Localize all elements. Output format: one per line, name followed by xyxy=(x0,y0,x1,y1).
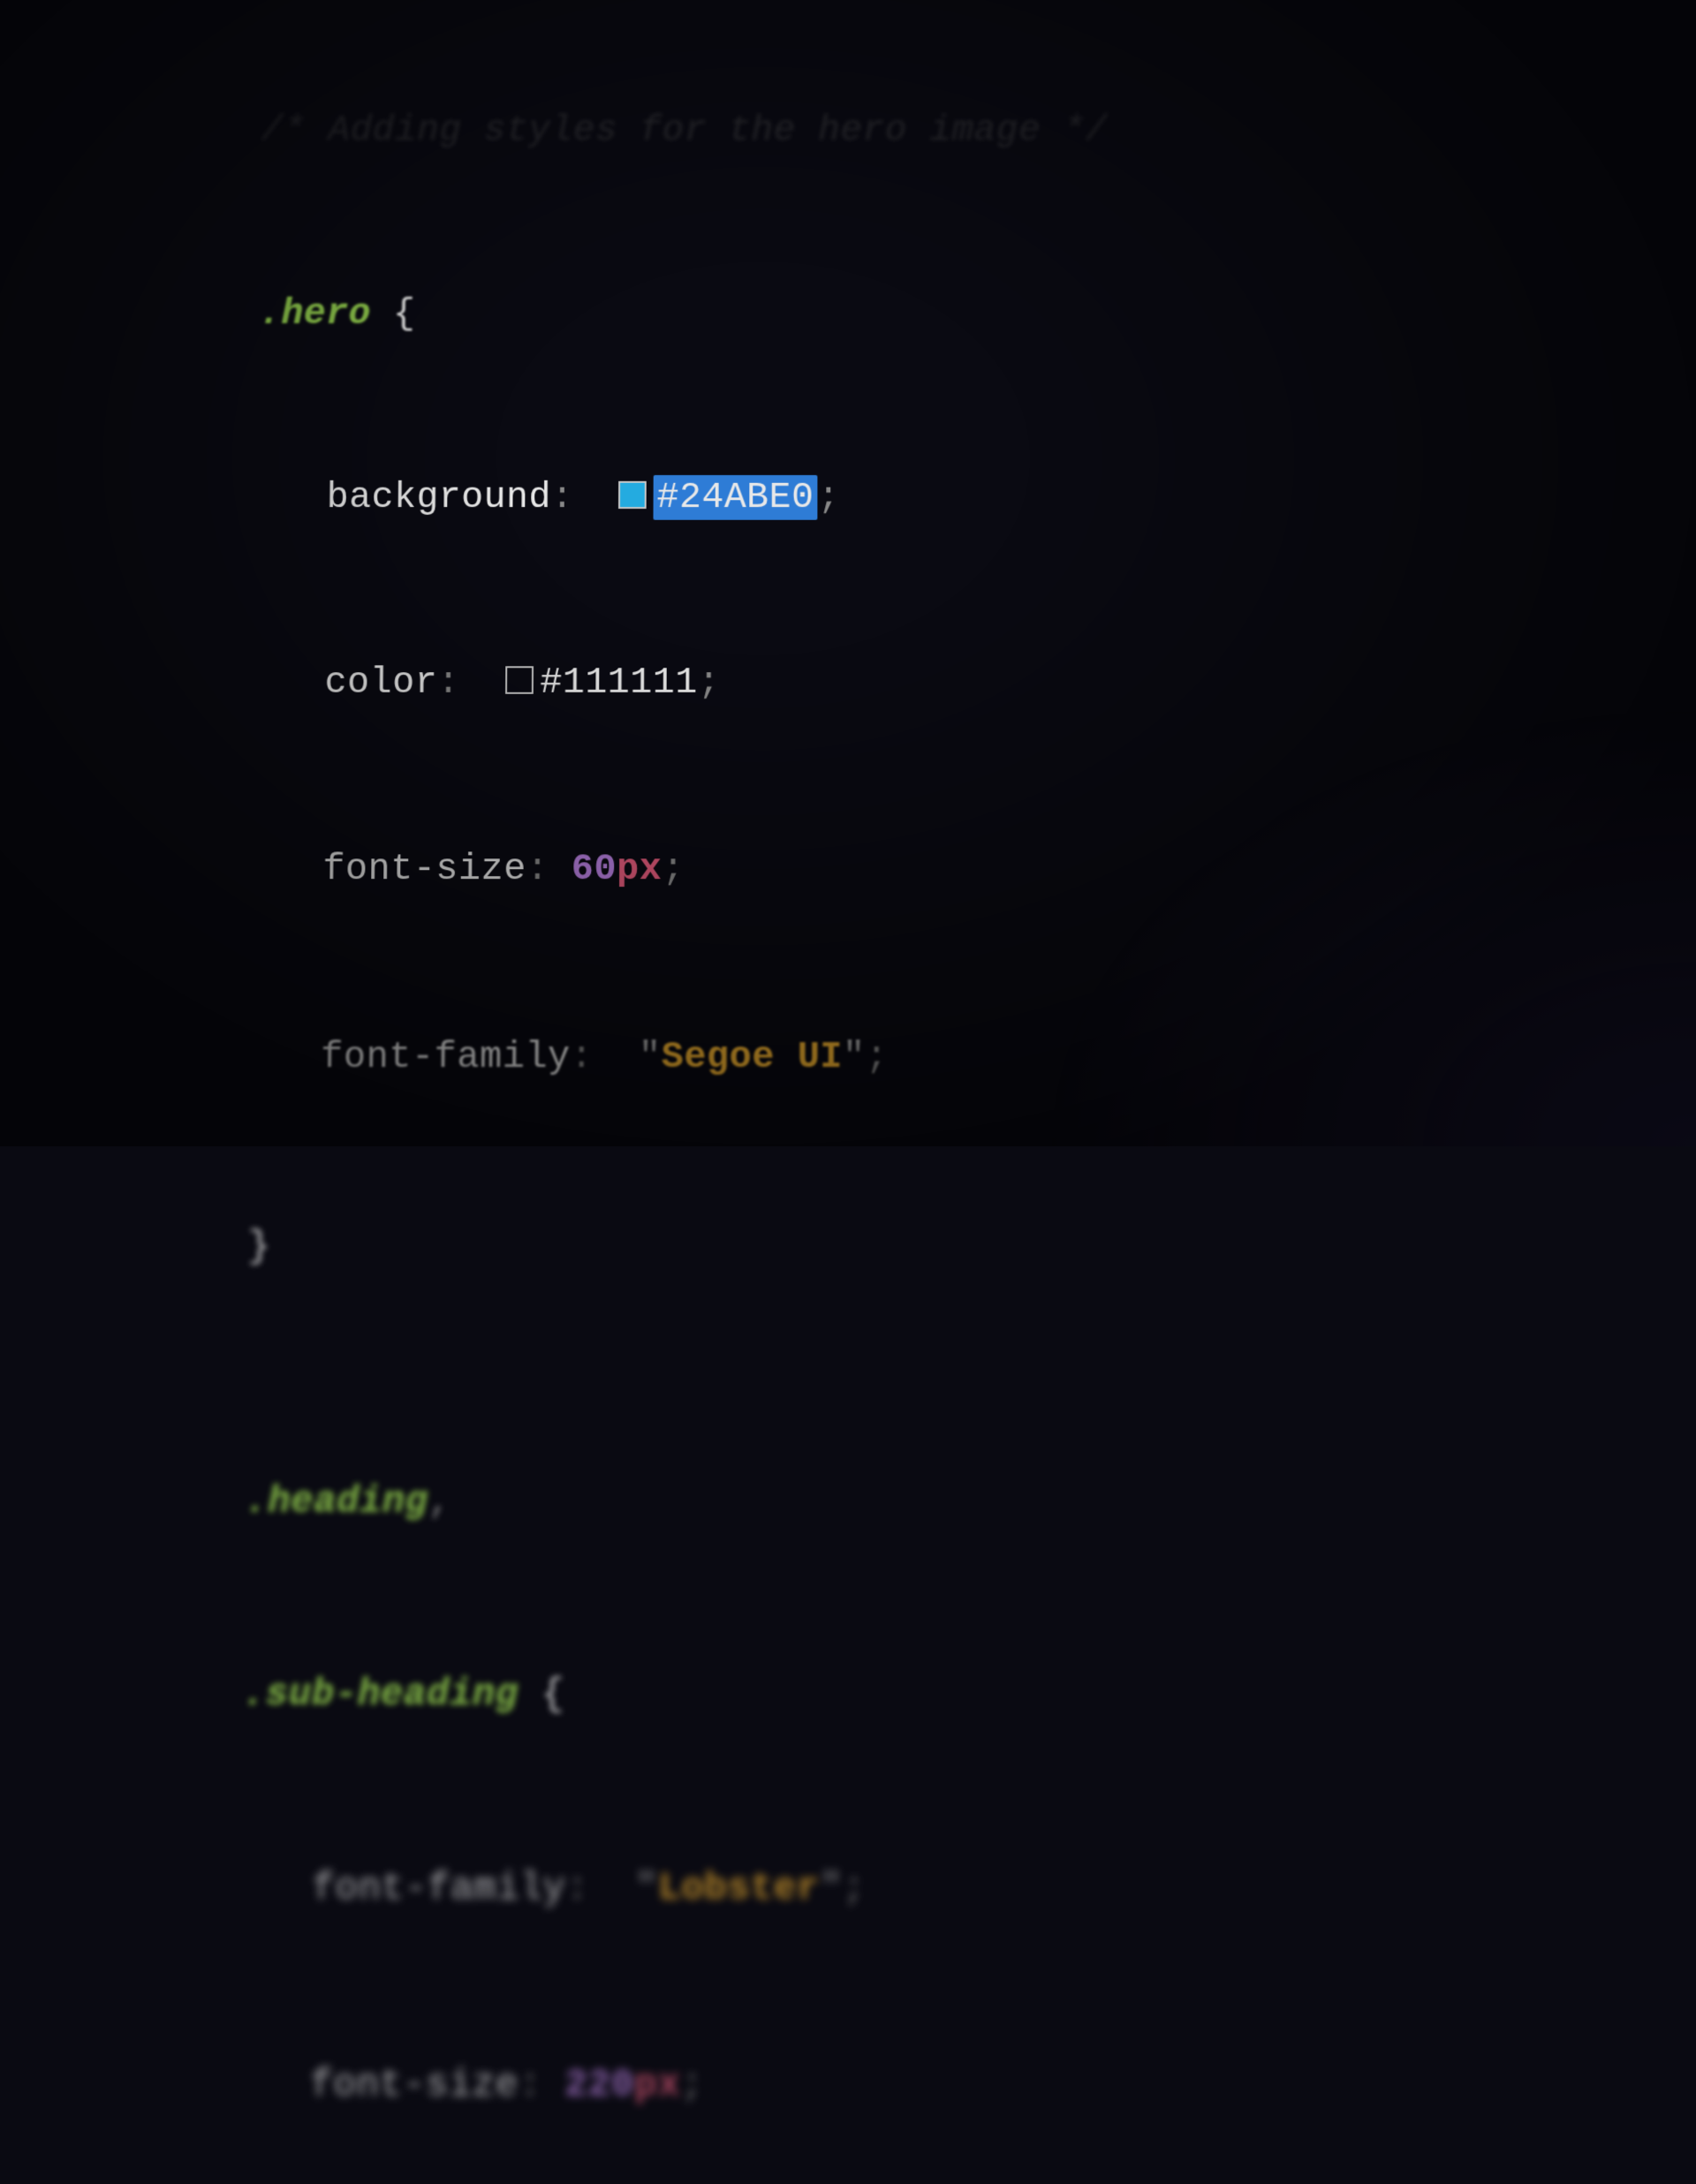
semicolon: ; xyxy=(817,477,839,518)
colon: : xyxy=(526,849,549,891)
code-line-selector-heading[interactable]: .heading, xyxy=(152,1407,1696,1599)
css-unit: px xyxy=(634,2063,681,2107)
colon: : xyxy=(519,2063,542,2107)
brace-open xyxy=(371,293,394,335)
semicolon: ; xyxy=(866,1036,889,1078)
css-unit: px xyxy=(617,849,662,891)
css-selector: .sub-heading xyxy=(242,1673,519,1716)
semicolon: ; xyxy=(680,2063,703,2107)
comma: , xyxy=(428,1480,450,1523)
colon: : xyxy=(565,1867,588,1910)
code-line-fontfamily[interactable]: font-family: "Segoe UI"; xyxy=(158,964,1696,1152)
code-line-fontsize2[interactable]: font-size: 220px; xyxy=(144,1987,1696,2184)
colon: : xyxy=(571,1036,594,1078)
brace-open: { xyxy=(393,293,416,335)
color-swatch-icon[interactable] xyxy=(618,480,647,508)
css-number: 60 xyxy=(572,849,617,891)
css-selector: .hero xyxy=(259,293,371,335)
css-string: Segoe UI xyxy=(661,1036,843,1078)
css-property: font-size xyxy=(310,2063,519,2107)
css-comment: /* Adding styles for the hero image */ xyxy=(261,110,1108,151)
semicolon: ; xyxy=(843,1867,866,1910)
quote: " xyxy=(639,1036,662,1078)
css-number: 220 xyxy=(564,2063,634,2107)
code-line-brace-close[interactable]: } xyxy=(155,1152,1696,1342)
quote: " xyxy=(635,1867,658,1910)
code-editor[interactable]: /* Adding styles for the hero image */ .… xyxy=(0,41,1696,2184)
semicolon: ; xyxy=(698,661,721,703)
color-swatch-icon[interactable] xyxy=(505,666,534,693)
css-property: font-family xyxy=(312,1867,566,1910)
code-line-fontsize[interactable]: font-size: 60px; xyxy=(161,776,1694,964)
css-property: background xyxy=(327,477,551,518)
css-selector: .heading xyxy=(245,1480,428,1523)
code-line-selector-subheading[interactable]: .sub-heading { xyxy=(149,1598,1696,1792)
colon: : xyxy=(437,661,460,703)
semicolon: ; xyxy=(662,849,685,891)
hex-value: #111111 xyxy=(540,661,698,703)
colon: : xyxy=(551,477,574,518)
selected-hex-value[interactable]: #24ABE0 xyxy=(654,475,818,520)
css-property: font-size xyxy=(322,849,526,891)
brace-close: } xyxy=(247,1226,270,1268)
brace-open: { xyxy=(541,1673,564,1716)
css-property: color xyxy=(324,661,437,703)
code-line-color[interactable]: color: #111111; xyxy=(163,590,1691,776)
css-property: font-family xyxy=(321,1036,571,1078)
quote: " xyxy=(820,1867,843,1910)
css-string: Lobster xyxy=(658,1867,820,1910)
code-line-selector-hero[interactable]: .hero { xyxy=(169,223,1685,406)
code-line-comment[interactable]: /* Adding styles for the hero image */ xyxy=(170,41,1681,223)
code-line-empty[interactable] xyxy=(155,1342,1696,1406)
quote: " xyxy=(843,1036,866,1078)
code-line-background[interactable]: background: #24ABE0; xyxy=(166,405,1688,590)
code-line-fontfamily2[interactable]: font-family: "Lobster"; xyxy=(147,1792,1696,1987)
